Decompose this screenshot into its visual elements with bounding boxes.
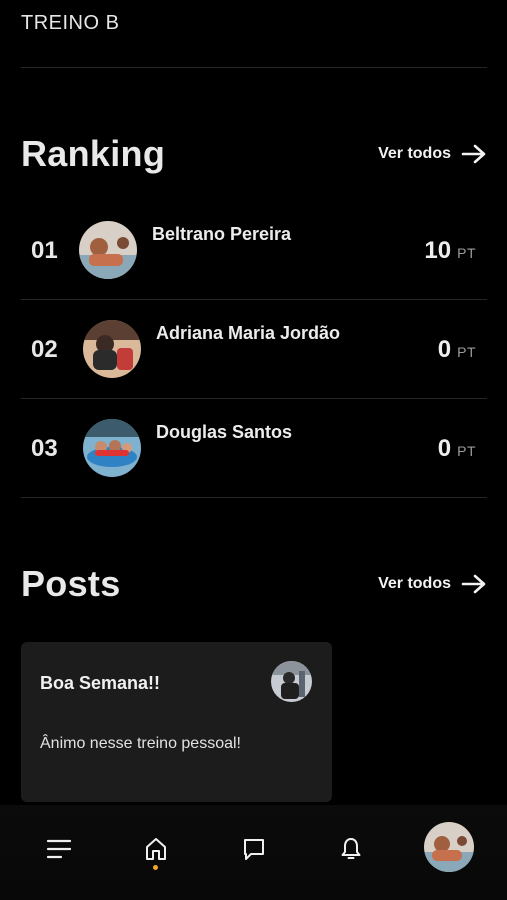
rank-name: Beltrano Pereira xyxy=(152,224,292,244)
posts-see-all-button[interactable]: Ver todos xyxy=(378,574,487,594)
rank-score: 0 PT xyxy=(438,435,476,463)
ranking-title: Ranking xyxy=(21,133,166,174)
rank-score-unit: PT xyxy=(457,443,476,459)
nav-menu-button[interactable] xyxy=(39,829,79,869)
divider xyxy=(21,67,487,68)
arrow-right-icon xyxy=(461,144,486,164)
rank-name: Adriana Maria Jordão xyxy=(156,323,341,343)
rank-score: 0 PT xyxy=(438,336,476,364)
posts-header: Posts Ver todos xyxy=(21,563,487,605)
avatar xyxy=(271,661,312,702)
menu-icon xyxy=(46,839,72,859)
nav-home-button[interactable] xyxy=(136,829,176,869)
ranking-row[interactable]: 03 Douglas Santos 0 PT xyxy=(21,399,487,498)
ranking-row[interactable]: 01 Beltrano Pereira 10 PT xyxy=(21,201,487,300)
rank-score-value: 0 xyxy=(437,435,452,462)
avatar xyxy=(79,221,137,279)
rank-score-value: 10 xyxy=(424,237,452,264)
rank-score-value: 0 xyxy=(437,336,452,363)
rank-score: 10 PT xyxy=(424,237,476,265)
ranking-see-all-label: Ver todos xyxy=(378,145,451,162)
bell-icon xyxy=(341,838,361,859)
rank-name: Douglas Santos xyxy=(156,422,293,442)
post-body: Ânimo nesse treino pessoal! xyxy=(40,735,241,752)
ranking-see-all-button[interactable]: Ver todos xyxy=(378,144,487,164)
nav-chat-button[interactable] xyxy=(234,829,274,869)
post-title: Boa Semana!! xyxy=(40,673,161,693)
avatar xyxy=(83,419,141,477)
home-icon xyxy=(146,838,166,860)
active-indicator xyxy=(153,865,158,870)
post-card[interactable]: Boa Semana!! Ânimo nesse treino pessoal! xyxy=(21,642,332,802)
ranking-list: 01 Beltrano Pereira 10 PT 02 Adriana Mar… xyxy=(21,201,487,498)
bottom-navigation xyxy=(0,805,507,900)
rank-score-unit: PT xyxy=(457,245,476,261)
nav-notifications-button[interactable] xyxy=(331,829,371,869)
rank-position: 02 xyxy=(31,336,58,363)
ranking-row[interactable]: 02 Adriana Maria Jordão 0 PT xyxy=(21,300,487,399)
rank-position: 01 xyxy=(31,237,58,264)
posts-see-all-label: Ver todos xyxy=(378,575,451,592)
posts-title: Posts xyxy=(21,563,121,604)
ranking-header: Ranking Ver todos xyxy=(21,133,487,175)
arrow-right-icon xyxy=(461,574,486,594)
rank-position: 03 xyxy=(31,435,58,462)
workout-item-label[interactable]: TREINO B xyxy=(21,12,119,35)
avatar xyxy=(83,320,141,378)
profile-avatar[interactable] xyxy=(424,822,474,872)
rank-score-unit: PT xyxy=(457,344,476,360)
chat-icon xyxy=(244,839,264,860)
